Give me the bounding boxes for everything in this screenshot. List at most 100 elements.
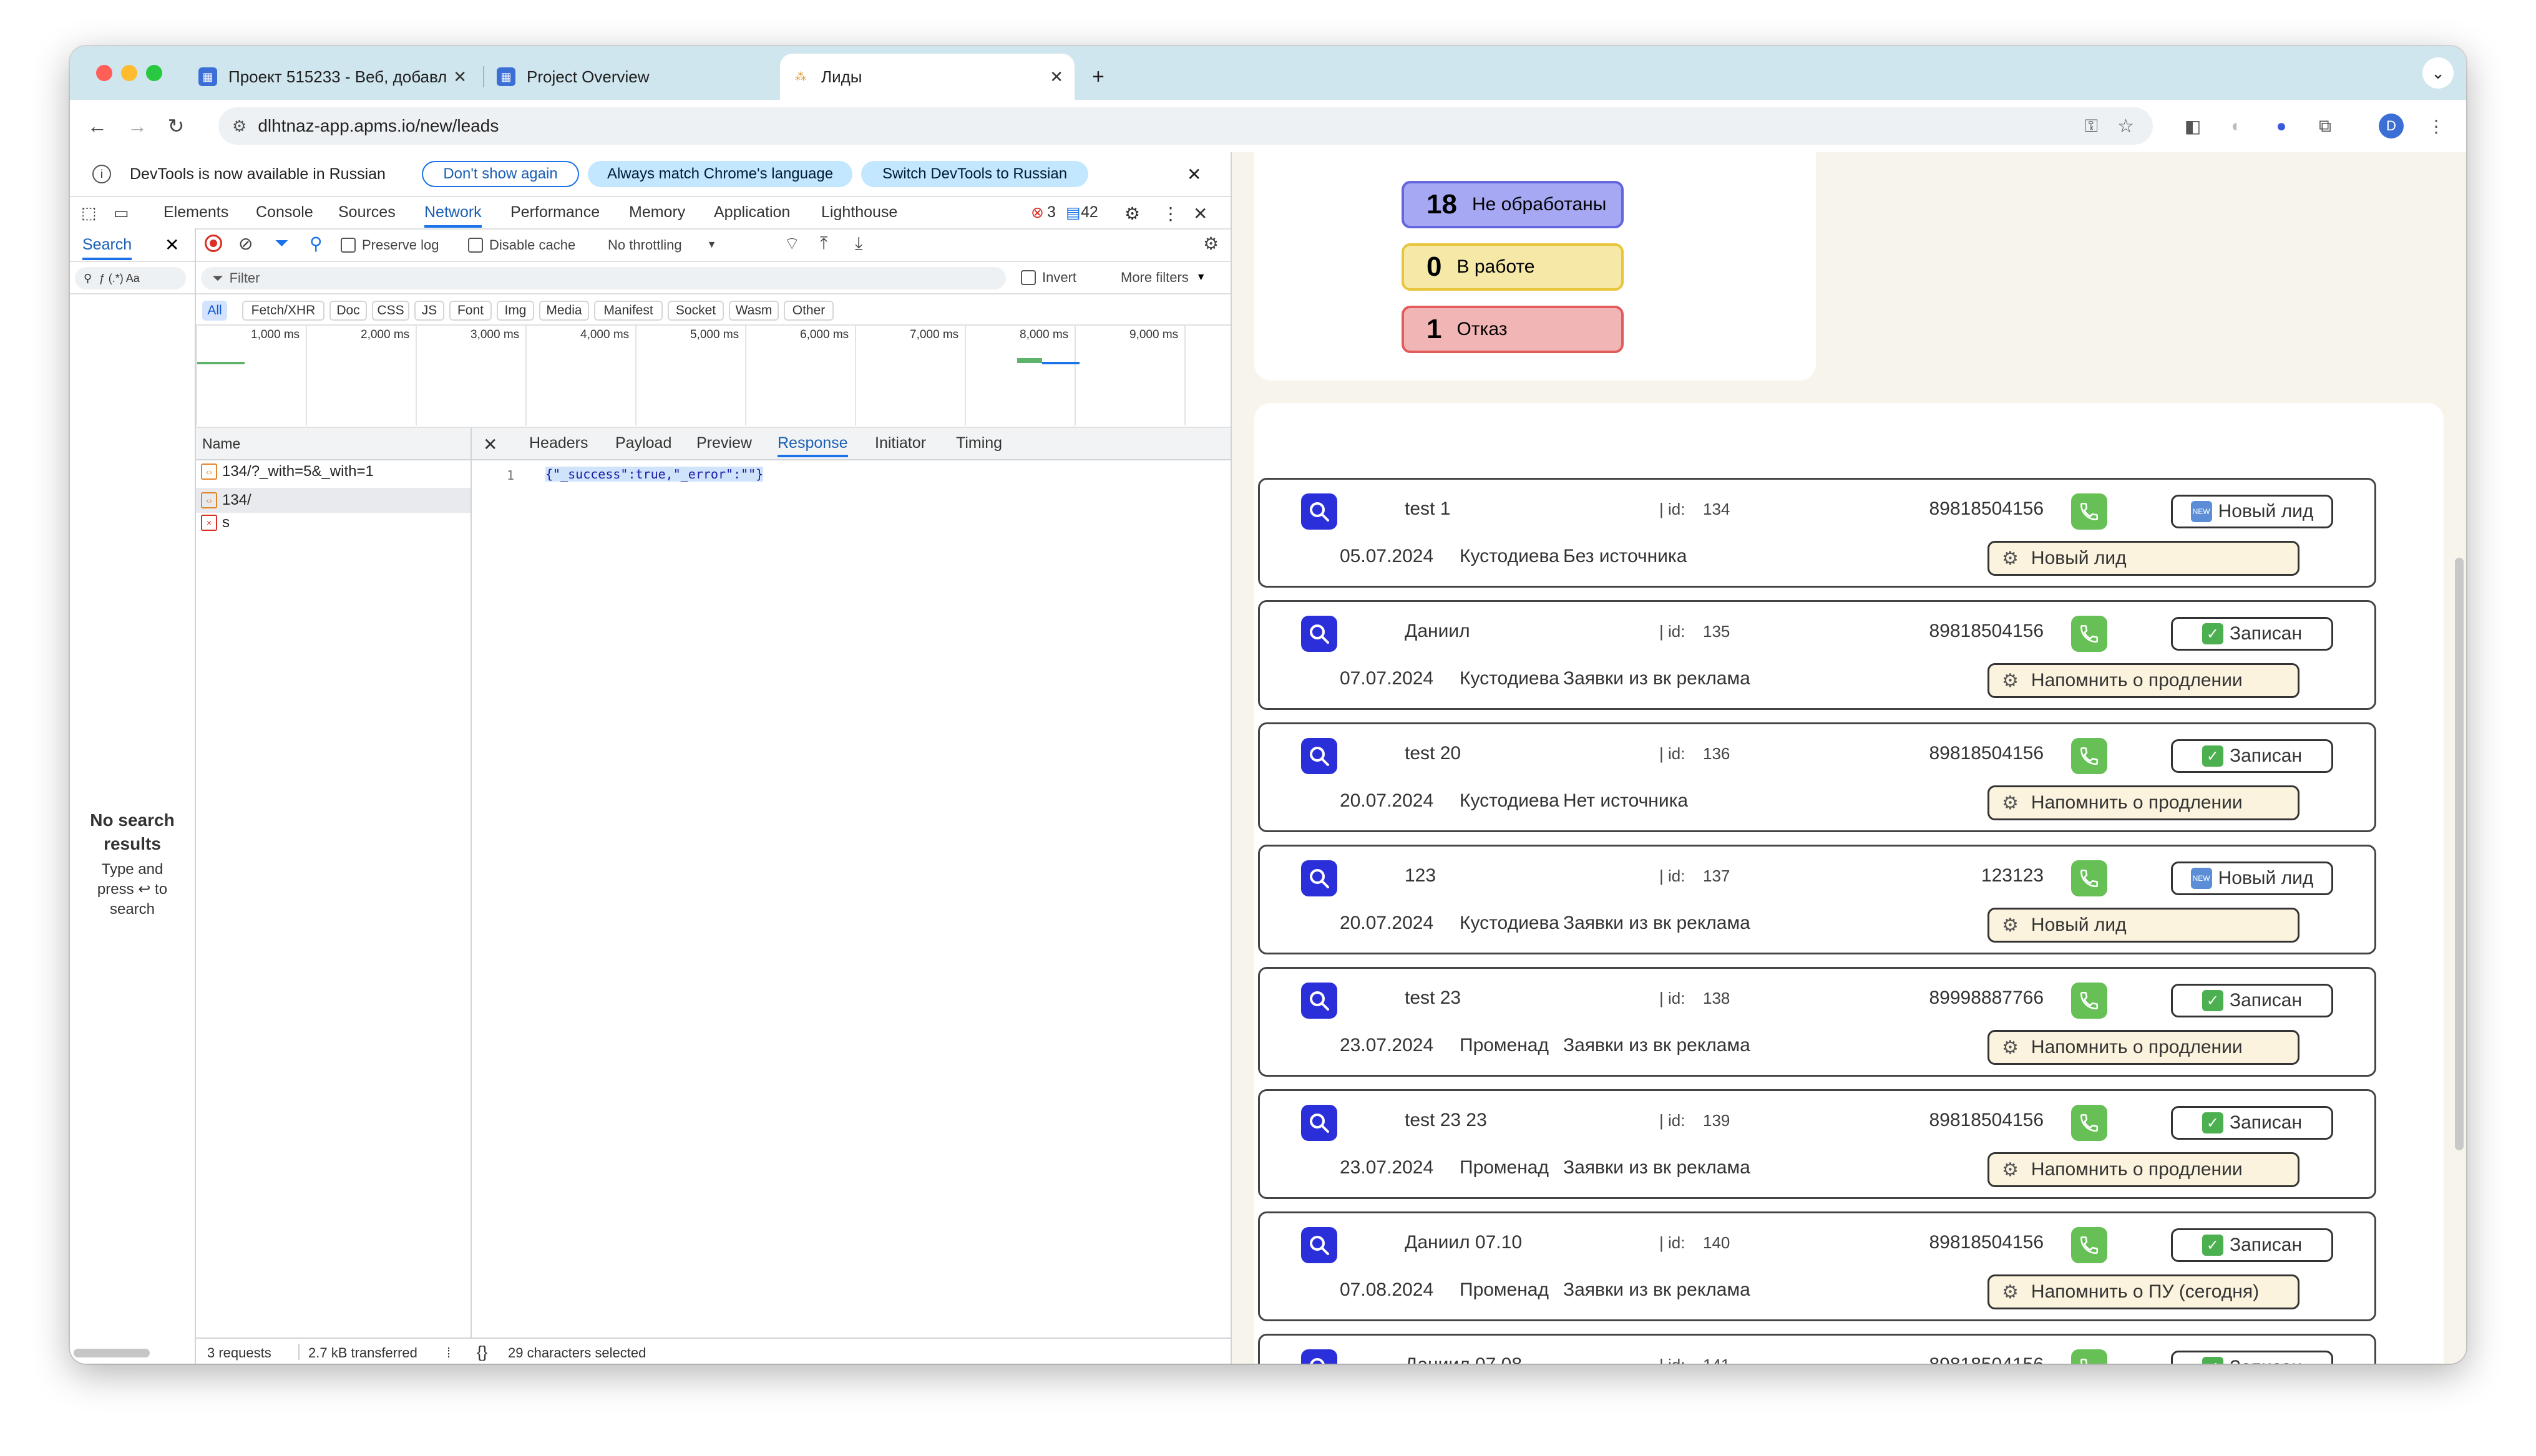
open-lead-button[interactable] [1301,738,1337,774]
filter-all[interactable]: All [202,301,227,321]
close-search-icon[interactable]: ✕ [165,235,179,255]
lead-reminder-select[interactable]: ⚙ Напомнить о продлении [1987,1152,2299,1187]
dont-show-again-button[interactable]: Don't show again [422,161,579,187]
network-overview-timeline[interactable]: 1,000 ms 2,000 ms 3,000 ms 4,000 ms 5,00… [196,326,1231,428]
new-tab-button[interactable]: + [1081,54,1124,100]
extension-shield-icon[interactable]: ◧ [2180,114,2205,138]
tab-memory[interactable]: Memory [629,203,685,221]
close-details-icon[interactable]: ✕ [483,434,497,455]
lead-card[interactable]: Даниил 07.10 | id: 140 89818504156 ✓ Зап… [1258,1211,2376,1321]
lead-reminder-select[interactable]: ⚙ Напомнить о продлении [1987,785,2299,820]
lead-status-button[interactable]: NEW Новый лид [2171,495,2333,528]
filter-img[interactable]: Img [497,301,534,321]
filter-font[interactable]: Font [449,301,492,321]
search-icon[interactable]: ⚲ [310,233,323,254]
lead-reminder-select[interactable]: ⚙ Напомнить о продлении [1987,1030,2299,1065]
site-info-icon[interactable]: ⚙ [232,117,246,136]
lead-reminder-select[interactable]: ⚙ Напомнить о продлении [1987,663,2299,698]
call-button[interactable] [2071,983,2107,1019]
filter-fetch-xhr[interactable]: Fetch/XHR [242,301,324,321]
lead-status-button[interactable]: ✓ Записан [2171,984,2333,1017]
lead-card[interactable]: test 1 | id: 134 89818504156 NEW Новый л… [1258,478,2376,588]
vertical-scrollbar[interactable] [2455,558,2464,1150]
network-settings-icon[interactable]: ⚙ [1203,233,1219,254]
open-lead-button[interactable] [1301,493,1337,530]
open-lead-button[interactable] [1301,1227,1337,1263]
filter-manifest[interactable]: Manifest [594,301,663,321]
tab-preview[interactable]: Preview [696,434,752,452]
extension-icon[interactable]: ◐ [2224,114,2249,138]
message-icon[interactable]: ▤ [1066,203,1081,222]
switch-devtools-russian-button[interactable]: Switch DevTools to Russian [861,161,1088,187]
avatar[interactable]: D [2379,114,2404,138]
open-lead-button[interactable] [1301,616,1337,652]
call-button[interactable] [2071,1105,2107,1141]
lead-reminder-select[interactable]: ⚙ Новый лид [1987,908,2299,943]
tab-timing[interactable]: Timing [956,434,1002,452]
request-row-selected[interactable]: ‹› 134/ [196,488,471,513]
inspect-element-icon[interactable]: ⬚ [81,203,97,223]
match-language-button[interactable]: Always match Chrome's language [588,161,852,187]
device-toolbar-icon[interactable]: ▭ [114,203,129,223]
call-button[interactable] [2071,616,2107,652]
lead-status-button[interactable]: ✓ Записан [2171,739,2333,773]
open-lead-button[interactable] [1301,1349,1337,1364]
lead-card[interactable]: Даниил | id: 135 89818504156 ✓ Записан 0… [1258,600,2376,710]
browser-tab-project[interactable]: ▦ Проект 515233 - Веб, добавлени ✕ [187,54,478,100]
lead-card[interactable]: test 20 | id: 136 89818504156 ✓ Записан … [1258,722,2376,832]
import-har-icon[interactable]: ⤒ [820,233,827,254]
tab-search-button[interactable]: ⌄ [2422,57,2454,89]
lead-card[interactable]: test 23 | id: 138 89998887766 ✓ Записан … [1258,967,2376,1077]
minimize-window-button[interactable] [121,65,137,81]
disable-cache-checkbox[interactable]: Disable cache [468,237,575,253]
back-button[interactable]: ← [82,111,112,141]
lead-status-button[interactable]: ✓ Записан [2171,617,2333,651]
more-vert-icon[interactable]: ⋮ [1162,203,1179,224]
name-column-header[interactable]: Name [202,435,240,452]
error-icon[interactable]: ⊗ [1031,203,1044,222]
lead-status-button[interactable]: ✓ Записан [2171,1228,2333,1262]
tab-elements[interactable]: Elements [163,203,228,221]
record-button[interactable] [205,235,222,252]
call-button[interactable] [2071,1227,2107,1263]
close-tab-icon[interactable]: ✕ [453,67,467,87]
tab-response[interactable]: Response [778,434,848,457]
filter-doc[interactable]: Doc [329,301,367,321]
export-har-icon[interactable]: ⤓ [855,233,862,254]
tab-lighthouse[interactable]: Lighthouse [821,203,897,221]
tab-payload[interactable]: Payload [615,434,671,452]
filter-css[interactable]: CSS [372,301,409,321]
call-button[interactable] [2071,1349,2107,1364]
filter-icon[interactable]: ⏷ [275,233,288,254]
reload-button[interactable]: ↻ [161,111,191,141]
preserve-log-checkbox[interactable]: Preserve log [341,237,439,253]
tab-console[interactable]: Console [256,203,313,221]
more-filters-dropdown[interactable]: More filters ▼ [1121,269,1206,286]
tab-performance[interactable]: Performance [510,203,600,221]
lead-status-button[interactable]: ✓ Записан [2171,1351,2333,1364]
more-vert-icon[interactable]: ⋮ [2424,114,2449,138]
address-bar[interactable]: ⚙ dlhtnaz-app.apms.io/new/leads ⚿ ☆ [218,107,2153,145]
tab-initiator[interactable]: Initiator [875,434,926,452]
extension-dot-icon[interactable]: ● [2269,114,2294,138]
call-button[interactable] [2071,493,2107,530]
browser-tab-leads[interactable]: ⁂ Лиды ✕ [780,54,1075,100]
close-window-button[interactable] [96,65,112,81]
tab-sources[interactable]: Sources [338,203,396,221]
tab-network[interactable]: Network [424,203,482,228]
forward-button[interactable]: → [122,111,152,141]
lead-card[interactable]: Даниил 07.08 | id: 141 89818504156 ✓ Зап… [1258,1334,2376,1364]
throttling-select[interactable]: No throttling ▼ [608,237,716,253]
close-tab-icon[interactable]: ✕ [1050,67,1063,87]
search-options[interactable]: ƒ (.*) Aa [97,272,140,285]
lead-card[interactable]: 123 | id: 137 123123 NEW Новый лид 20.07… [1258,845,2376,954]
search-input[interactable]: ⚲ ƒ (.*) Aa [75,267,186,289]
filter-media[interactable]: Media [539,301,589,321]
puzzle-icon[interactable]: ⧉ [2313,114,2338,138]
gear-icon[interactable]: ⚙ [1124,203,1140,224]
call-button[interactable] [2071,738,2107,774]
filter-socket[interactable]: Socket [668,301,724,321]
tab-headers[interactable]: Headers [529,434,588,452]
tab-application[interactable]: Application [714,203,790,221]
stat-rejected[interactable]: 1 Отказ [1402,306,1624,353]
